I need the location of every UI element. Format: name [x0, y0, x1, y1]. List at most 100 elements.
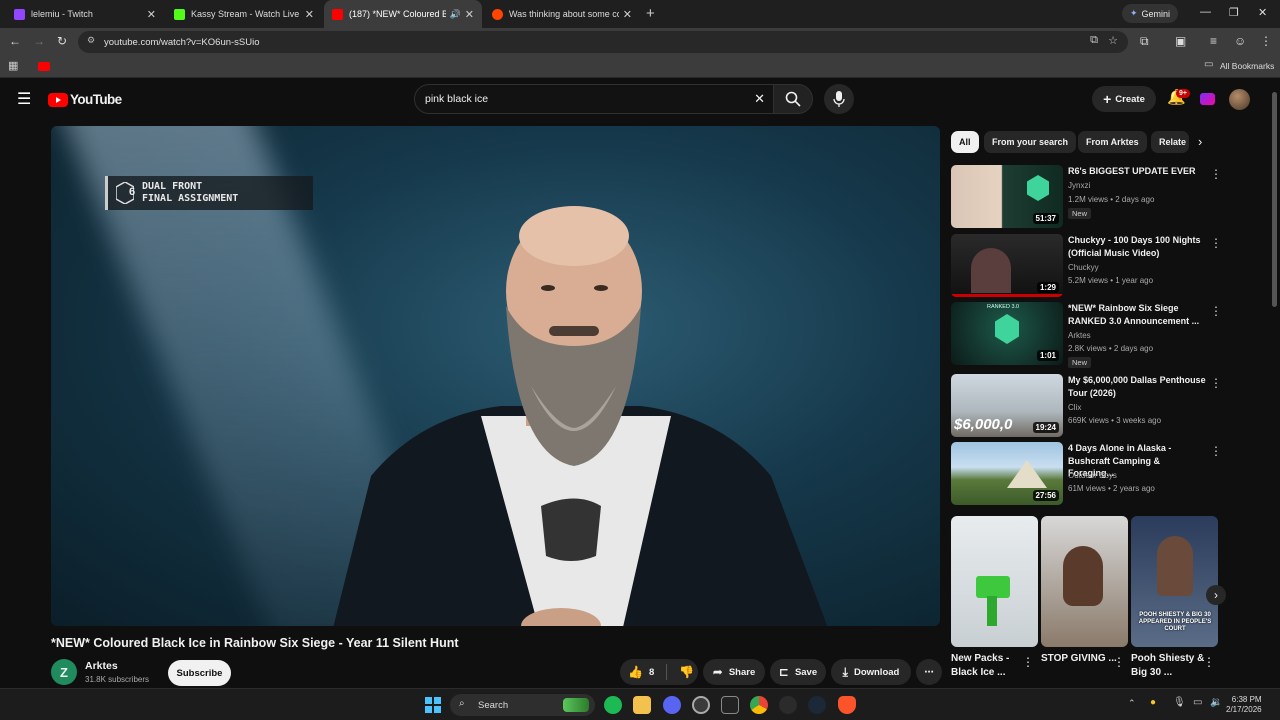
video-thumbnail[interactable]: 27:56 — [951, 442, 1063, 505]
short-title[interactable]: New Packs - Black Ice ... — [951, 652, 1031, 680]
video-player[interactable]: 6 DUAL FRONT FINAL ASSIGNMENT — [51, 126, 940, 626]
speaker-icon[interactable]: 🔊 — [450, 9, 461, 20]
video-thumbnail[interactable]: $6,000,0 19:24 — [951, 374, 1063, 437]
recommendation-item[interactable]: 51:37 R6's BIGGEST UPDATE EVER Jynxzi 1.… — [951, 165, 1222, 231]
reading-list-icon[interactable]: ≡ — [1210, 34, 1217, 48]
bookmark-star-icon[interactable]: ☆ — [1108, 34, 1118, 47]
share-button[interactable]: ➦ Share — [703, 659, 765, 685]
all-bookmarks-label[interactable]: All Bookmarks — [1220, 61, 1274, 71]
voice-search-button[interactable] — [824, 84, 854, 114]
video-thumbnail[interactable]: 1:29 — [951, 234, 1063, 297]
tab-kick[interactable]: Kassy Stream - Watch Live on Ki ✕ — [166, 0, 322, 28]
short-title[interactable]: Pooh Shiesty & Big 30 ... — [1131, 652, 1211, 680]
search-input[interactable]: pink black ice ✕ — [414, 84, 774, 114]
file-explorer-icon[interactable] — [633, 696, 651, 714]
clear-search-icon[interactable]: ✕ — [754, 91, 765, 107]
profile-icon[interactable]: ☺ — [1234, 34, 1246, 48]
system-clock[interactable]: 6:38 PM 2/17/2026 — [1226, 695, 1262, 715]
restore-icon[interactable]: ❐ — [1229, 6, 1239, 19]
like-button[interactable]: 👍 8 — [628, 665, 654, 679]
discord-icon[interactable] — [663, 696, 681, 714]
windows-start-icon[interactable] — [425, 697, 441, 713]
short-thumbnail[interactable] — [1041, 516, 1128, 647]
chip-from-arktes[interactable]: From Arktes — [1078, 131, 1147, 153]
search-button[interactable] — [773, 84, 813, 114]
taskbar-search[interactable]: ⌕ Search — [450, 694, 595, 716]
chrome-icon[interactable] — [750, 696, 768, 714]
close-icon[interactable]: ✕ — [147, 8, 156, 21]
volume-icon[interactable]: 🔉 — [1210, 697, 1222, 708]
sidepanel-icon[interactable]: ▣ — [1175, 34, 1186, 48]
settings-app-icon[interactable] — [692, 696, 710, 714]
address-bar[interactable]: ⚙ youtube.com/watch?v=KO6un-sSUio ⧉ ☆ — [78, 31, 1128, 53]
microphone-tray-icon[interactable]: 🎙 — [1173, 697, 1186, 708]
recommendation-item[interactable]: 27:56 4 Days Alone in Alaska - Bushcraft… — [951, 442, 1222, 508]
network-icon[interactable]: ▭ — [1193, 697, 1202, 708]
tab-youtube[interactable]: (187) *NEW* Coloured Black I 🔊 ✕ — [324, 0, 482, 28]
create-button[interactable]: + Create — [1092, 86, 1156, 112]
tray-expand-icon[interactable]: ⌃ — [1128, 698, 1136, 709]
save-button[interactable]: ⊏ Save — [770, 659, 826, 685]
channel-avatar[interactable]: Z — [51, 659, 77, 685]
apps-grid-icon[interactable]: ▦ — [8, 59, 18, 72]
thumbs-down-icon[interactable]: 👎 — [679, 665, 694, 679]
recommendation-channel[interactable]: Clix — [1068, 403, 1081, 412]
more-vertical-icon[interactable]: ⋮ — [1210, 304, 1222, 318]
recommendation-channel[interactable]: Chuckyy — [1068, 263, 1099, 272]
shorts-next-chevron-icon[interactable]: › — [1206, 585, 1226, 605]
youtube-logo[interactable]: YouTube — [48, 92, 122, 107]
recommendation-channel[interactable]: Arktes — [1068, 331, 1091, 340]
short-title[interactable]: STOP GIVING ... — [1041, 652, 1121, 666]
video-thumbnail[interactable]: RANKED 3.0 1:01 — [951, 302, 1063, 365]
app-icon[interactable] — [779, 696, 797, 714]
more-actions-button[interactable]: ⋯ — [916, 659, 942, 685]
close-icon[interactable]: ✕ — [623, 8, 632, 21]
recommendation-channel[interactable]: Outdoor Boys — [1068, 471, 1117, 480]
chip-related[interactable]: Relate — [1151, 131, 1189, 153]
back-icon[interactable]: ← — [9, 34, 21, 48]
more-vertical-icon[interactable]: ⋮ — [1210, 376, 1222, 390]
download-button[interactable]: ⤓ Download — [831, 659, 911, 685]
minimize-icon[interactable]: — — [1200, 6, 1211, 18]
close-icon[interactable]: ✕ — [305, 8, 314, 21]
more-vertical-icon[interactable]: ⋮ — [1210, 444, 1222, 458]
menu-dots-icon[interactable]: ⋮ — [1260, 34, 1272, 48]
gemini-button[interactable]: ✦ Gemini — [1122, 4, 1178, 23]
short-thumbnail[interactable] — [951, 516, 1038, 647]
more-vertical-icon[interactable]: ⋮ — [1113, 655, 1125, 669]
tray-app-icon[interactable]: ● — [1150, 697, 1156, 708]
chevron-right-icon[interactable]: › — [1198, 134, 1202, 149]
channel-name[interactable]: Arktes — [85, 660, 118, 672]
subscribe-button[interactable]: Subscribe — [168, 660, 231, 686]
extensions-icon[interactable]: ⧉ — [1140, 34, 1149, 49]
steam-icon[interactable] — [808, 696, 826, 714]
brave-icon[interactable] — [838, 696, 856, 714]
page-scrollbar[interactable] — [1272, 92, 1277, 307]
video-thumbnail[interactable]: 51:37 — [951, 165, 1063, 228]
youtube-bookmark-icon[interactable] — [38, 62, 50, 71]
recommendation-item[interactable]: RANKED 3.0 1:01 *NEW* Rainbow Six Siege … — [951, 302, 1222, 368]
install-icon[interactable]: ⧉ — [1090, 34, 1098, 47]
spotify-icon[interactable] — [604, 696, 622, 714]
close-window-icon[interactable]: ✕ — [1258, 6, 1267, 19]
new-tab-icon[interactable]: + — [646, 5, 655, 22]
site-info-icon[interactable]: ⚙ — [87, 35, 95, 46]
recommendation-item[interactable]: 1:29 Chuckyy - 100 Days 100 Nights (Offi… — [951, 234, 1222, 300]
close-icon[interactable]: ✕ — [465, 8, 474, 21]
more-vertical-icon[interactable]: ⋮ — [1022, 655, 1034, 669]
reload-icon[interactable]: ↻ — [57, 34, 67, 48]
hamburger-menu-icon[interactable]: ☰ — [17, 89, 31, 109]
premium-icon[interactable] — [1200, 93, 1215, 105]
recommendation-channel[interactable]: Jynxzi — [1068, 181, 1090, 190]
forward-icon[interactable]: → — [33, 34, 45, 48]
tab-reddit[interactable]: Was thinking about some colo ✕ — [484, 0, 640, 28]
short-thumbnail[interactable]: POOH SHIESTY & BIG 30 APPEARED IN PEOPLE… — [1131, 516, 1218, 647]
chip-from-your-search[interactable]: From your search — [984, 131, 1077, 153]
epic-games-icon[interactable] — [721, 696, 739, 714]
more-vertical-icon[interactable]: ⋮ — [1203, 655, 1215, 669]
chip-all[interactable]: All — [951, 131, 979, 153]
recommendation-item[interactable]: $6,000,0 19:24 My $6,000,000 Dallas Pent… — [951, 374, 1222, 440]
tab-twitch[interactable]: lelemiu - Twitch ✕ — [6, 0, 164, 28]
more-vertical-icon[interactable]: ⋮ — [1210, 167, 1222, 181]
account-avatar[interactable] — [1229, 89, 1250, 110]
